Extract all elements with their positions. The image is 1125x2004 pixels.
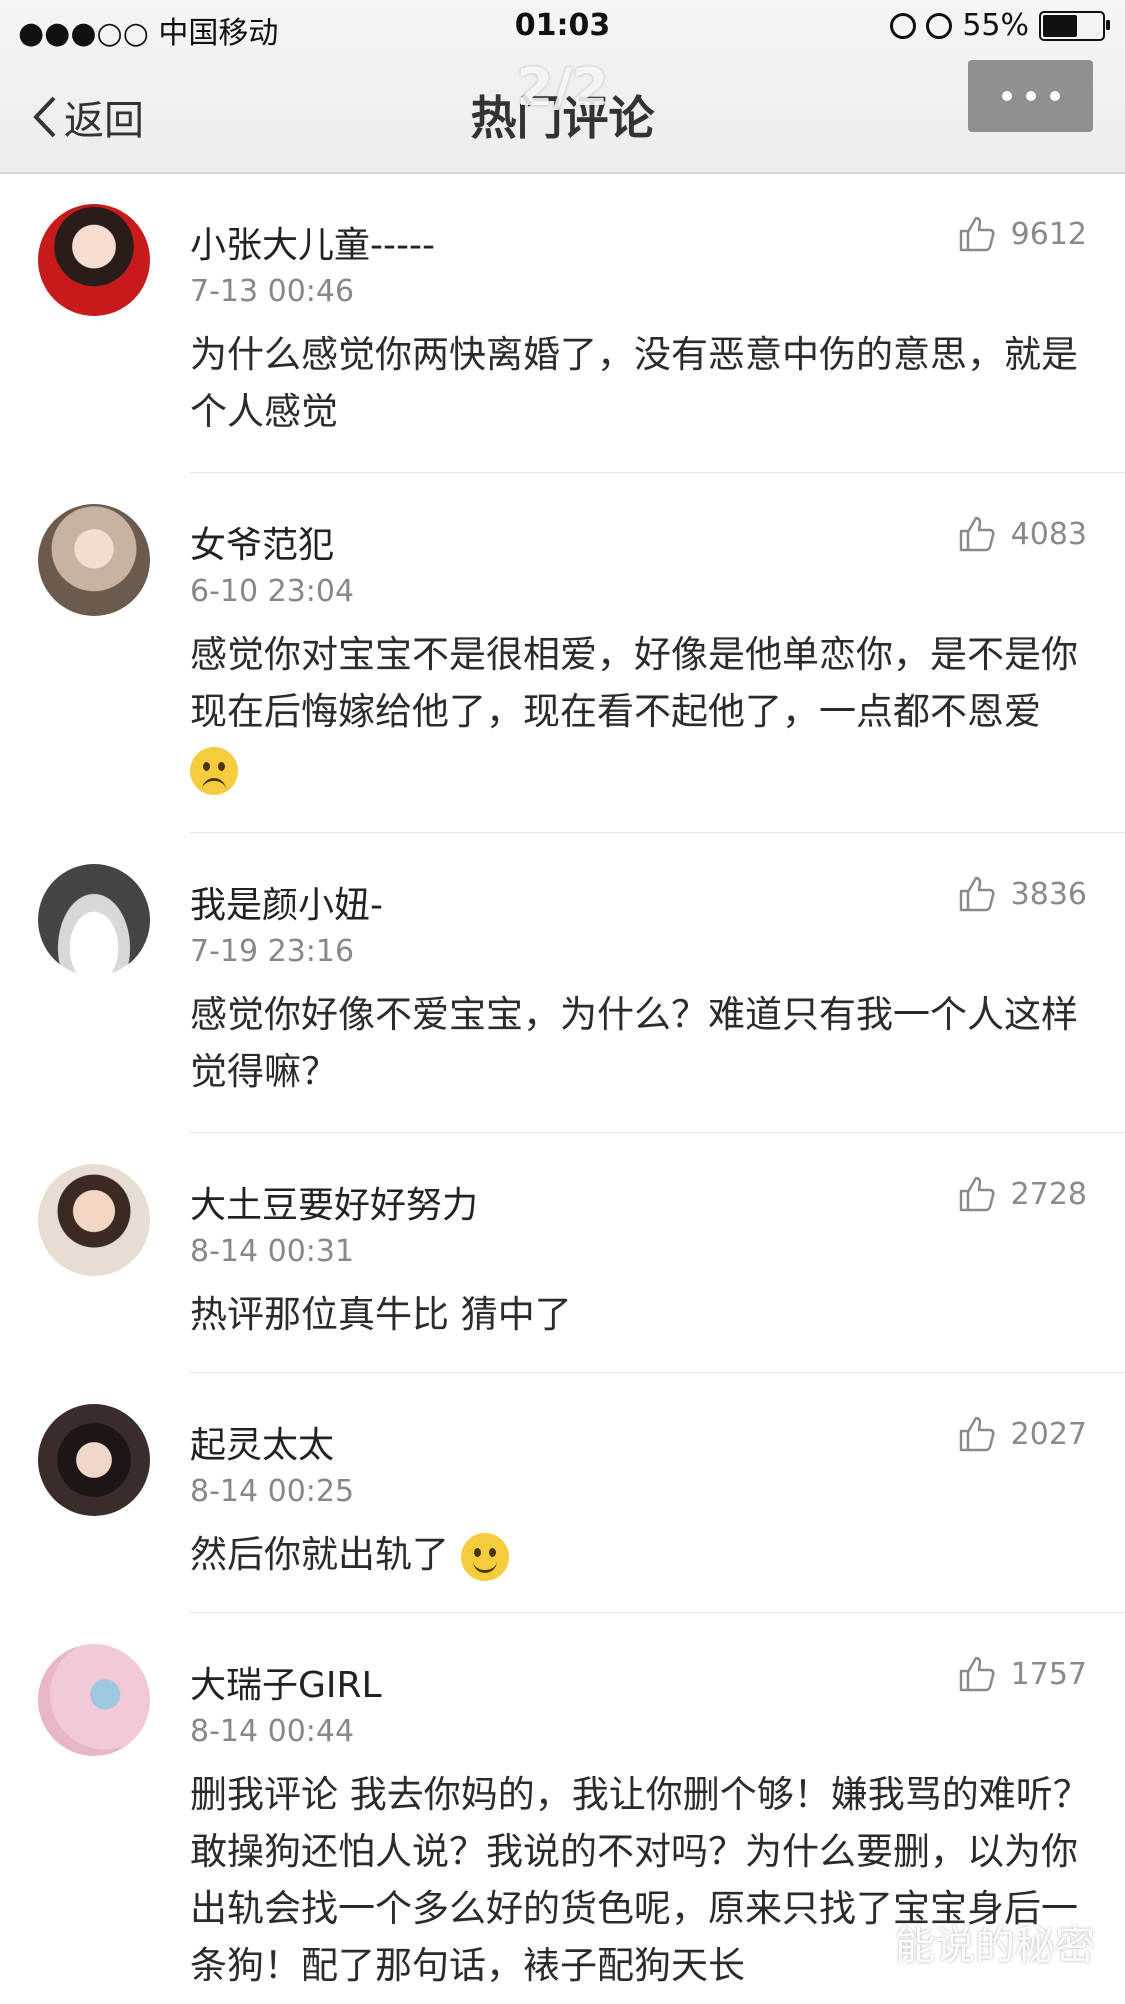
comment-text-body: 感觉你对宝宝不是很相爱，好像是他单恋你，是不是你现在后悔嫁给他了，现在看不起他了… <box>190 633 1078 733</box>
comment-text-body: 然后你就出轨了 <box>190 1533 449 1576</box>
comment-item: 小张大儿童----- 9612 7-13 00:46 为什么感觉你两快离婚了，没… <box>0 174 1125 474</box>
comment-author[interactable]: 大土豆要好好努力 <box>190 1176 478 1228</box>
divider <box>190 1372 1125 1373</box>
comment-text: 感觉你好像不爱宝宝，为什么？难道只有我一个人这样觉得嘛？ <box>190 993 1078 1093</box>
thumbs-up-icon <box>959 1416 995 1452</box>
avatar[interactable] <box>38 504 150 616</box>
status-icons: 55% <box>890 8 1110 43</box>
more-dot-icon <box>1049 91 1060 101</box>
comment-text: 然后你就出轨了 <box>190 1526 1090 1583</box>
like-button[interactable]: 2027 <box>957 1414 1087 1454</box>
thumbs-up-icon <box>959 1176 995 1212</box>
avatar[interactable] <box>38 1644 150 1756</box>
like-count: 2027 <box>1010 1416 1087 1452</box>
comment-author[interactable]: 起灵太太 <box>190 1416 334 1468</box>
more-dot-icon <box>1025 91 1036 101</box>
top-bar: ●●●○○ 中国移动 01:03 55% 返回 热门评论 2/2 <box>0 0 1125 174</box>
comment-date: 8-14 00:25 <box>190 1474 355 1509</box>
thumbs-up-icon <box>959 1656 995 1692</box>
comment-date: 7-13 00:46 <box>190 274 355 309</box>
status-bar: ●●●○○ 中国移动 01:03 55% <box>0 0 1125 56</box>
thumbs-up-icon <box>959 216 995 252</box>
avatar[interactable] <box>38 864 150 976</box>
like-count: 4083 <box>1010 516 1087 552</box>
comment-item: 女爷范犯 4083 6-10 23:04 感觉你对宝宝不是很相爱，好像是他单恋你… <box>0 474 1125 834</box>
divider <box>190 832 1125 833</box>
divider <box>190 472 1125 473</box>
angry-emoji-icon <box>190 746 238 795</box>
like-count: 1757 <box>1010 1656 1087 1692</box>
divider <box>190 1132 1125 1133</box>
avatar[interactable] <box>38 204 150 316</box>
comment-item: 我是颜小妞- 3836 7-19 23:16 感觉你好像不爱宝宝，为什么？难道只… <box>0 834 1125 1134</box>
thumbs-up-icon <box>959 876 995 912</box>
more-button[interactable] <box>968 60 1093 132</box>
comment-text: 为什么感觉你两快离婚了，没有恶意中伤的意思，就是个人感觉 <box>190 333 1078 433</box>
comment-author[interactable]: 我是颜小妞- <box>190 876 383 928</box>
like-button[interactable]: 9612 <box>957 214 1087 254</box>
avatar[interactable] <box>38 1164 150 1276</box>
like-button[interactable]: 3836 <box>957 874 1087 914</box>
watermark: 能说的秘密 <box>895 1923 1095 1969</box>
comment-item: 起灵太太 2027 8-14 00:25 然后你就出轨了 <box>0 1374 1125 1614</box>
alarm-icon <box>926 12 953 39</box>
like-count: 9612 <box>1010 216 1087 252</box>
like-button[interactable]: 4083 <box>957 514 1087 554</box>
comment-author[interactable]: 大瑞子GIRL <box>190 1656 382 1708</box>
comment-author[interactable]: 女爷范犯 <box>190 516 334 568</box>
like-button[interactable]: 1757 <box>957 1654 1087 1694</box>
like-count: 3836 <box>1010 876 1087 912</box>
like-button[interactable]: 2728 <box>957 1174 1087 1214</box>
smile-emoji-icon <box>460 1532 509 1581</box>
battery-icon <box>1039 10 1110 41</box>
battery-percent: 55% <box>962 8 1029 43</box>
comment-item: 大土豆要好好努力 2728 8-14 00:31 热评那位真牛比 猜中了 <box>0 1134 1125 1374</box>
page-indicator: 2/2 <box>516 58 609 118</box>
thumbs-up-icon <box>959 516 995 552</box>
comment-text: 热评那位真牛比 猜中了 <box>190 1293 572 1336</box>
orientation-lock-icon <box>890 12 917 39</box>
avatar[interactable] <box>38 1404 150 1516</box>
comment-author[interactable]: 小张大儿童----- <box>190 216 435 268</box>
comment-date: 8-14 00:44 <box>190 1714 355 1749</box>
comment-date: 8-14 00:31 <box>190 1234 355 1269</box>
comment-date: 6-10 23:04 <box>190 574 355 609</box>
more-dot-icon <box>1001 91 1012 101</box>
comment-date: 7-19 23:16 <box>190 934 355 969</box>
divider <box>190 1612 1125 1613</box>
like-count: 2728 <box>1010 1176 1087 1212</box>
comment-text: 感觉你对宝宝不是很相爱，好像是他单恋你，是不是你现在后悔嫁给他了，现在看不起他了… <box>190 626 1090 797</box>
